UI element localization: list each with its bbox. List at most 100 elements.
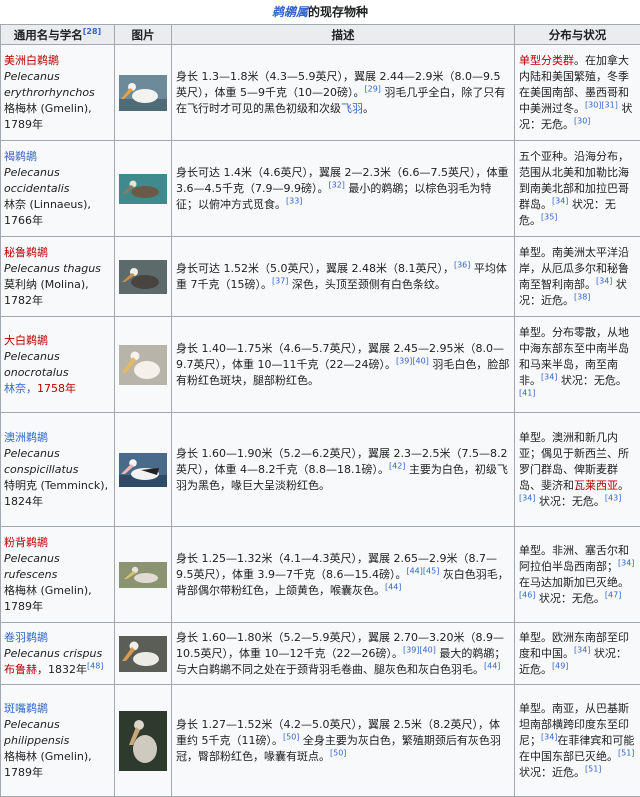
- pelican-photo[interactable]: [119, 345, 167, 385]
- ref-link[interactable]: [30]: [574, 116, 590, 125]
- authority: 特明克 (Temminck),: [4, 479, 108, 492]
- common-name-link[interactable]: 美洲白鹈鹕: [4, 54, 59, 67]
- scientific-name: Pelecanus philippensis: [4, 718, 69, 747]
- pelican-photo[interactable]: [119, 260, 167, 294]
- description-cell: 身长 1.60—1.80米（5.2—5.9英尺），翼展 2.70—3.20米（8…: [172, 623, 515, 685]
- header-image: 图片: [115, 25, 172, 45]
- status-cell: 五个亚种。沿海分布，范围从北美和加勒比海到南美北部和加拉巴哥群岛。[34] 状况…: [515, 141, 640, 237]
- authority: 林奈 (Linnaeus),: [4, 198, 91, 211]
- table-row: 卷羽鹈鹕 Pelecanus crispus 布鲁赫，1832年[48] 身长 …: [1, 623, 640, 685]
- name-cell: 美洲白鹈鹕 Pelecanus erythrorhynchos 格梅林 (Gme…: [1, 45, 115, 141]
- scientific-name: Pelecanus conspicillatus: [4, 447, 79, 476]
- year: 1766年: [4, 214, 43, 227]
- monotypic-link[interactable]: 单型分类群: [519, 54, 574, 67]
- common-name-link[interactable]: 粉背鹈鹕: [4, 536, 48, 549]
- image-cell: [115, 237, 172, 317]
- table-row: 粉背鹈鹕 Pelecanus rufescens 格梅林 (Gmelin), 1…: [1, 527, 640, 623]
- caption-suffix: 的现存物种: [308, 5, 368, 19]
- name-cell: 斑嘴鹈鹕 Pelecanus philippensis 格梅林 (Gmelin)…: [1, 685, 115, 797]
- common-name-link[interactable]: 斑嘴鹈鹕: [4, 702, 48, 715]
- common-name-link[interactable]: 大白鹈鹕: [4, 334, 48, 347]
- ref-link[interactable]: [34]: [618, 558, 634, 567]
- ref-link[interactable]: [50]: [283, 732, 299, 741]
- authority: 莫利纳 (Molina),: [4, 278, 89, 291]
- table-row: 褐鹈鹕 Pelecanus occidentalis 林奈 (Linnaeus)…: [1, 141, 640, 237]
- ref-link[interactable]: [39][40]: [403, 645, 436, 654]
- pelican-photo[interactable]: [119, 562, 167, 588]
- image-cell: [115, 623, 172, 685]
- name-cell: 大白鹈鹕 Pelecanus onocrotalus 林奈，1758年: [1, 317, 115, 413]
- ref-link[interactable]: [33]: [286, 196, 302, 205]
- scientific-name: Pelecanus onocrotalus: [4, 350, 69, 379]
- ref-link[interactable]: [47]: [605, 590, 621, 599]
- table-row: 澳洲鹈鹕 Pelecanus conspicillatus 特明克 (Temmi…: [1, 413, 640, 527]
- table-row: 美洲白鹈鹕 Pelecanus erythrorhynchos 格梅林 (Gme…: [1, 45, 640, 141]
- ref-link[interactable]: [29]: [365, 84, 381, 93]
- ref-link[interactable]: [45]: [423, 566, 439, 575]
- wallacea-link[interactable]: 瓦莱西亚: [574, 479, 618, 492]
- ref-link[interactable]: [37]: [272, 276, 288, 285]
- name-cell: 粉背鹈鹕 Pelecanus rufescens 格梅林 (Gmelin), 1…: [1, 527, 115, 623]
- ref-link[interactable]: [51]: [585, 764, 601, 773]
- ref-link[interactable]: [39][40]: [396, 356, 429, 365]
- description-cell: 身长可达 1.52米（5.0英尺），翼展 2.48米（8.1英尺），[36] 平…: [172, 237, 515, 317]
- ref-link[interactable]: [43]: [605, 493, 621, 502]
- authority-link[interactable]: 布鲁赫，: [4, 663, 48, 676]
- ref-link[interactable]: [34]: [596, 276, 612, 285]
- ref-link[interactable]: [48]: [87, 661, 103, 670]
- description-cell: 身长可达 1.4米（4.6英尺），翼展 2—2.3米（6.6—7.5英尺），体重…: [172, 141, 515, 237]
- authority-link[interactable]: 林奈，: [4, 382, 37, 395]
- common-name-link[interactable]: 澳洲鹈鹕: [4, 431, 48, 444]
- pelican-photo[interactable]: [119, 174, 167, 204]
- name-cell: 卷羽鹈鹕 Pelecanus crispus 布鲁赫，1832年[48]: [1, 623, 115, 685]
- ref-link[interactable]: [34]: [574, 645, 590, 654]
- ref-link[interactable]: [34]: [552, 196, 568, 205]
- ref-link[interactable]: [41]: [519, 388, 535, 397]
- image-cell: [115, 527, 172, 623]
- authority: 格梅林 (Gmelin),: [4, 102, 92, 115]
- common-name-link[interactable]: 卷羽鹈鹕: [4, 631, 48, 644]
- ref-link[interactable]: [36]: [454, 260, 470, 269]
- image-cell: [115, 45, 172, 141]
- pelican-photo[interactable]: [119, 75, 167, 111]
- header-status: 分布与状况: [515, 25, 640, 45]
- header-ref-link[interactable]: [28]: [83, 27, 101, 36]
- ref-link[interactable]: [30][31]: [585, 100, 618, 109]
- ref-link[interactable]: [44]: [385, 582, 401, 591]
- pelican-photo[interactable]: [119, 636, 167, 672]
- ref-link[interactable]: [51]: [618, 748, 634, 757]
- ref-link[interactable]: [49]: [552, 661, 568, 670]
- description-cell: 身长 1.25—1.32米（4.1—4.3英尺），翼展 2.65—2.9米（8.…: [172, 527, 515, 623]
- ref-link[interactable]: [42]: [389, 461, 405, 470]
- ref-link[interactable]: [32]: [328, 180, 344, 189]
- table-caption: 鹈鹕属的现存物种: [0, 0, 640, 24]
- status-cell: 单型。南美洲太平洋沿岸，从厄瓜多尔和秘鲁南至智利南部。[34] 状况：近危。[3…: [515, 237, 640, 317]
- scientific-name: Pelecanus erythrorhynchos: [4, 70, 95, 99]
- caption-genus-link[interactable]: 鹈鹕属: [272, 5, 308, 19]
- status-cell: 单型。南亚，从巴基斯坦南部横跨印度东至印尼；[34]在菲律宾和可能在中国东部已灭…: [515, 685, 640, 797]
- feather-link[interactable]: 飞羽: [341, 102, 363, 115]
- ref-link[interactable]: [34]: [541, 732, 557, 741]
- ref-link[interactable]: [44]: [484, 661, 500, 670]
- year: 1789年: [4, 600, 43, 613]
- ref-link[interactable]: [35]: [541, 212, 557, 221]
- pelican-photo[interactable]: [119, 453, 167, 487]
- image-cell: [115, 141, 172, 237]
- ref-link[interactable]: [34]: [541, 372, 557, 381]
- common-name-link[interactable]: 秘鲁鹈鹕: [4, 246, 48, 259]
- status-cell: 单型分类群。在加拿大内陆和美国繁殖，冬季在美国南部、墨西哥和中美洲过冬。[30]…: [515, 45, 640, 141]
- table-row: 大白鹈鹕 Pelecanus onocrotalus 林奈，1758年 身长 1…: [1, 317, 640, 413]
- ref-link[interactable]: [38]: [574, 292, 590, 301]
- year: 1782年: [4, 294, 43, 307]
- pelican-photo[interactable]: [119, 711, 167, 771]
- year-link[interactable]: 1758年: [37, 382, 76, 395]
- ref-link[interactable]: [44]: [406, 566, 422, 575]
- ref-link[interactable]: [50]: [330, 748, 346, 757]
- common-name-link[interactable]: 褐鹈鹕: [4, 150, 37, 163]
- name-cell: 褐鹈鹕 Pelecanus occidentalis 林奈 (Linnaeus)…: [1, 141, 115, 237]
- ref-link[interactable]: [46]: [519, 590, 535, 599]
- image-cell: [115, 413, 172, 527]
- ref-link[interactable]: [34]: [519, 493, 535, 502]
- scientific-name: Pelecanus rufescens: [4, 552, 60, 581]
- image-cell: [115, 317, 172, 413]
